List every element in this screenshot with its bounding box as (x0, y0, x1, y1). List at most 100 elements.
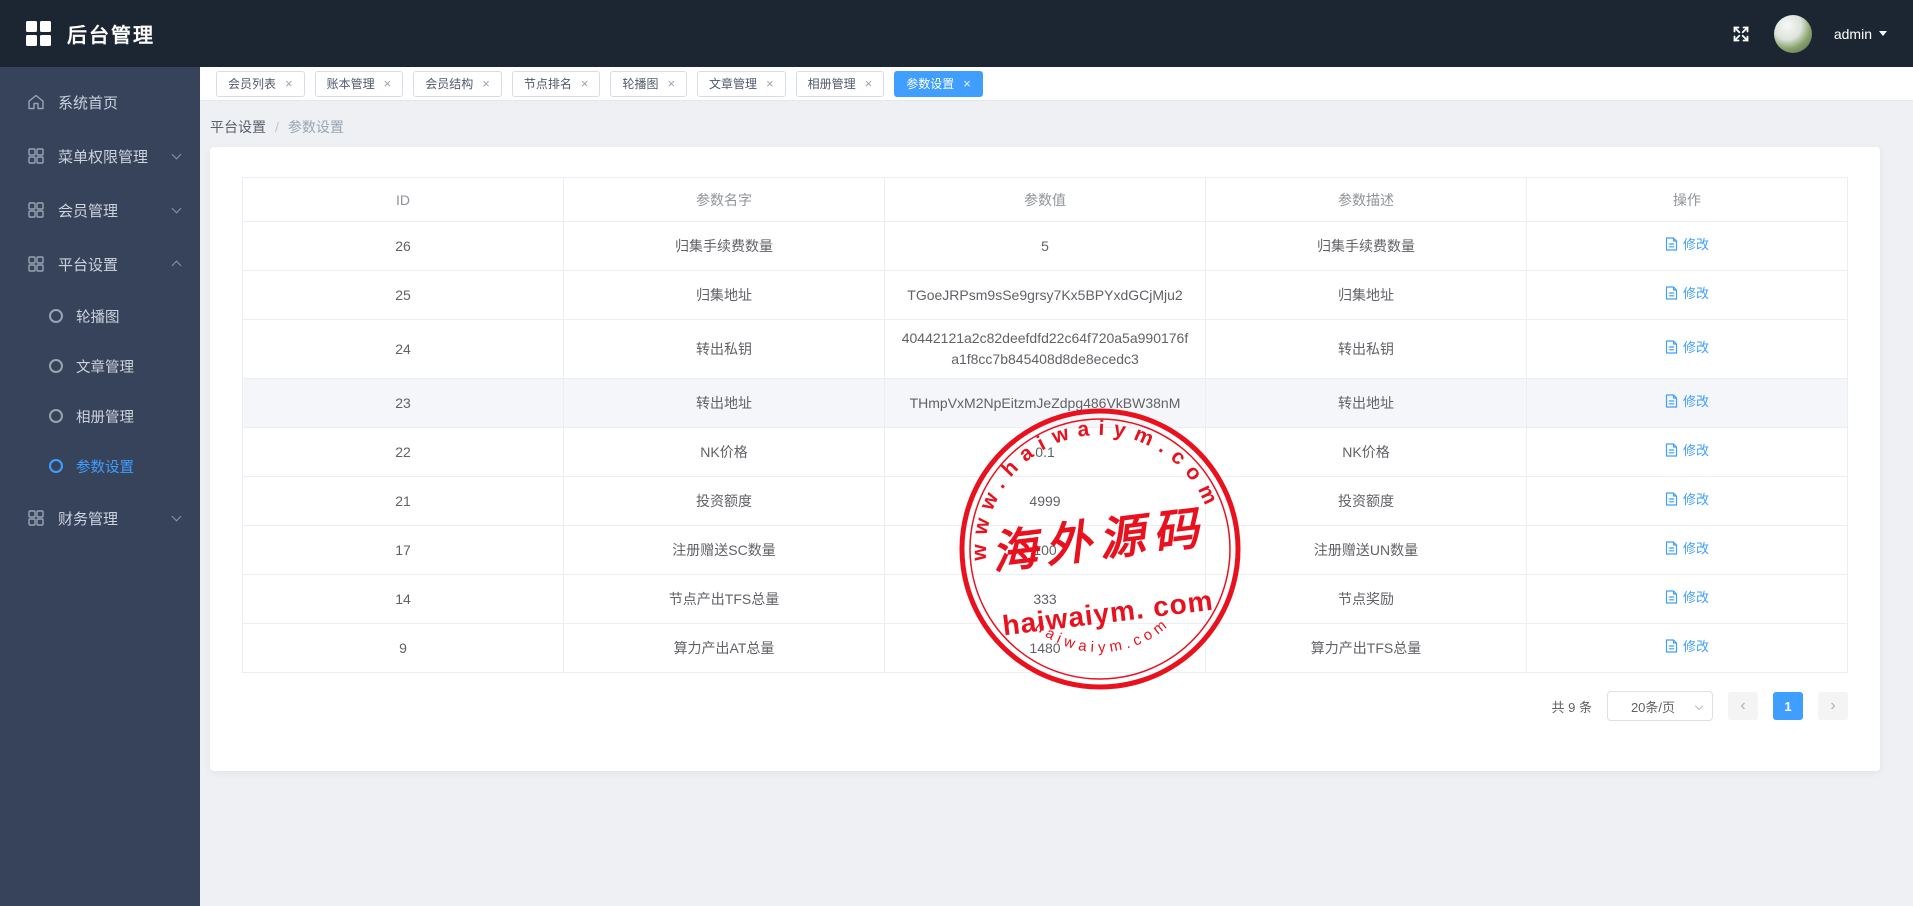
cell-actions: 修改 (1526, 319, 1848, 379)
grid-icon (27, 147, 45, 165)
cell-id: 24 (242, 319, 564, 379)
close-icon[interactable]: × (766, 77, 774, 90)
breadcrumb-section[interactable]: 平台设置 (210, 117, 266, 137)
tab[interactable]: 相册管理 × (795, 70, 885, 97)
document-icon (1665, 541, 1678, 555)
tab[interactable]: 会员结构 × (413, 70, 502, 97)
sidebar-item-carousel[interactable]: 轮播图 (0, 291, 200, 341)
sidebar-item-label: 参数设置 (76, 459, 134, 476)
edit-button[interactable]: 修改 (1665, 441, 1709, 461)
table-row: 21 投资额度 4999 投资额度 修改 (242, 476, 1848, 526)
edit-button[interactable]: 修改 (1665, 637, 1709, 657)
topbar: 后台管理 admin (0, 0, 1913, 67)
sidebar-item-menu-permissions[interactable]: 菜单权限管理 (0, 129, 200, 183)
tab-label: 节点排名 (523, 77, 572, 91)
close-icon[interactable]: × (865, 77, 873, 90)
cell-name: 投资额度 (563, 476, 885, 526)
grid-icon (27, 201, 45, 219)
cell-desc: 注册赠送UN数量 (1205, 525, 1527, 575)
prev-page-button[interactable]: ‹ (1728, 692, 1758, 720)
edit-button[interactable]: 修改 (1665, 235, 1709, 255)
cell-name: 归集手续费数量 (563, 221, 885, 271)
grid-icon (27, 255, 45, 273)
cell-id: 25 (242, 270, 564, 320)
table-body: 26 归集手续费数量 5 归集手续费数量 修改 25 归集地址 TGoeJRPs… (242, 221, 1848, 673)
close-icon[interactable]: × (963, 77, 971, 90)
circle-icon (49, 459, 63, 473)
close-icon[interactable]: × (482, 77, 490, 90)
circle-icon (49, 359, 63, 373)
sidebar-item-articles[interactable]: 文章管理 (0, 341, 200, 391)
tab[interactable]: 参数设置 × (894, 70, 983, 97)
cell-desc: 归集手续费数量 (1205, 221, 1527, 271)
app-logo-icon[interactable] (26, 21, 51, 46)
sidebar-item-label: 相册管理 (76, 409, 134, 426)
cell-name: NK价格 (563, 427, 885, 477)
cell-name: 归集地址 (563, 270, 885, 320)
tab-label: 参数设置 (906, 77, 955, 91)
edit-label: 修改 (1682, 339, 1709, 355)
sidebar-item-label: 菜单权限管理 (58, 148, 149, 166)
cell-value: 333 (884, 574, 1206, 624)
close-icon[interactable]: × (285, 77, 293, 90)
edit-button[interactable]: 修改 (1665, 490, 1709, 510)
tab[interactable]: 文章管理 × (697, 70, 786, 97)
sidebar-item-finance[interactable]: 财务管理 (0, 491, 200, 545)
breadcrumb-page: 参数设置 (287, 119, 344, 135)
edit-button[interactable]: 修改 (1665, 588, 1709, 608)
edit-button[interactable]: 修改 (1665, 392, 1709, 412)
document-icon (1665, 492, 1678, 506)
close-icon[interactable]: × (667, 77, 675, 90)
fullscreen-icon[interactable] (1730, 23, 1752, 45)
cell-desc: NK价格 (1205, 427, 1527, 477)
tab-label: 账本管理 (326, 77, 375, 91)
document-icon (1665, 639, 1678, 653)
tab-label: 文章管理 (709, 77, 758, 91)
cell-desc: 节点奖励 (1205, 574, 1527, 624)
tab-label: 轮播图 (622, 77, 659, 91)
sidebar-item-platform-settings[interactable]: 平台设置 (0, 237, 200, 291)
sidebar-item-label: 平台设置 (58, 256, 119, 274)
table-row: 17 注册赠送SC数量 100 注册赠送UN数量 修改 (242, 525, 1848, 575)
table-header: ID 参数名字 参数值 参数描述 操作 (242, 177, 1848, 222)
cell-name: 注册赠送SC数量 (563, 525, 885, 575)
table-row: 26 归集手续费数量 5 归集手续费数量 修改 (242, 221, 1848, 271)
sidebar-item-albums[interactable]: 相册管理 (0, 391, 200, 441)
edit-button[interactable]: 修改 (1665, 284, 1709, 304)
edit-label: 修改 (1682, 442, 1709, 458)
sidebar-submenu: 轮播图 文章管理 相册管理 参数设置 (0, 291, 200, 491)
close-icon[interactable]: × (581, 77, 589, 90)
breadcrumb: 平台设置 / 参数设置 (210, 117, 1913, 137)
tab[interactable]: 节点排名 × (511, 70, 601, 97)
column-desc: 参数描述 (1205, 177, 1527, 222)
page-size-value: 20条/页 (1630, 699, 1676, 715)
sidebar-item-label: 财务管理 (58, 510, 119, 528)
user-menu[interactable]: admin (1834, 26, 1887, 42)
next-page-button[interactable]: › (1818, 692, 1848, 720)
chevron-down-icon (1879, 31, 1887, 36)
edit-button[interactable]: 修改 (1665, 338, 1709, 358)
current-page-button[interactable]: 1 (1773, 692, 1803, 720)
cell-desc: 转出地址 (1205, 378, 1527, 428)
table-row: 14 节点产出TFS总量 333 节点奖励 修改 (242, 574, 1848, 624)
close-icon[interactable]: × (384, 77, 392, 90)
cell-id: 22 (242, 427, 564, 477)
cell-desc: 归集地址 (1205, 270, 1527, 320)
tab[interactable]: 会员列表 × (216, 70, 305, 97)
chevron-down-icon (171, 149, 182, 160)
sidebar-item-home[interactable]: 系统首页 (0, 75, 200, 129)
cell-name: 算力产出AT总量 (563, 623, 885, 673)
tab[interactable]: 轮播图 × (610, 70, 688, 97)
user-avatar[interactable] (1773, 14, 1812, 53)
edit-label: 修改 (1682, 540, 1709, 556)
edit-label: 修改 (1682, 589, 1709, 605)
edit-button[interactable]: 修改 (1665, 539, 1709, 559)
cell-value: 4999 (884, 476, 1206, 526)
cell-name: 转出私钥 (563, 319, 885, 379)
cell-value: 0.1 (884, 427, 1206, 477)
cell-actions: 修改 (1526, 270, 1848, 320)
sidebar-item-members[interactable]: 会员管理 (0, 183, 200, 237)
sidebar-item-parameters[interactable]: 参数设置 (0, 441, 200, 491)
page-size-select[interactable]: 20条/页 (1607, 691, 1713, 721)
tab[interactable]: 账本管理 × (314, 70, 404, 97)
